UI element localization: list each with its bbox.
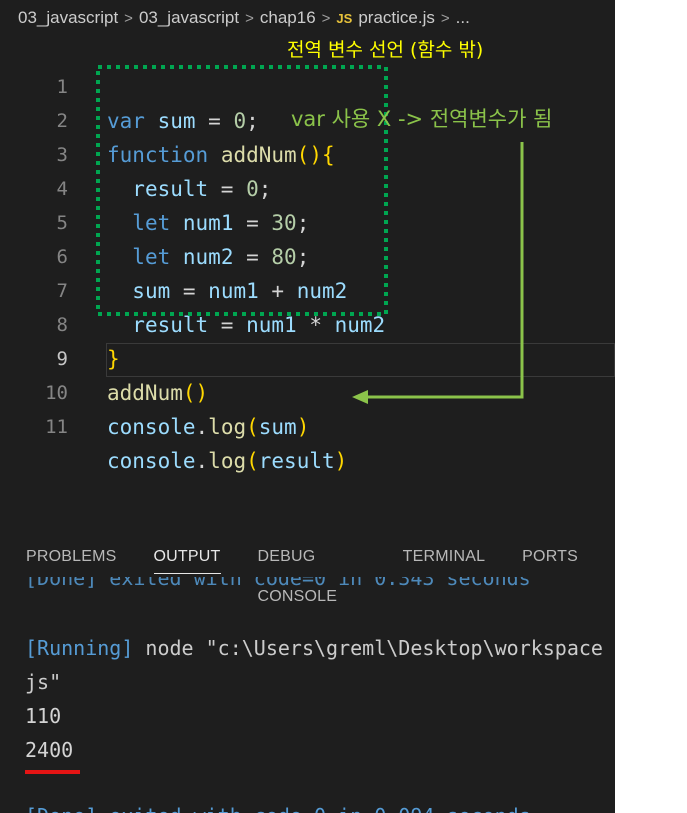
tab-ports[interactable]: PORTS xyxy=(522,537,578,577)
running-command: node "c:\Users\greml\Desktop\workspace xyxy=(133,636,603,660)
tab-terminal[interactable]: TERMINAL xyxy=(403,537,486,577)
annotation-arrow-line xyxy=(362,142,524,399)
output-panel[interactable]: [Done] exited with code=0 in 0.343 secon… xyxy=(0,577,615,813)
output-result-result: 2400 xyxy=(25,738,74,762)
tab-problems[interactable]: PROBLEMS xyxy=(26,537,117,577)
output-line-running: [Running] node "c:\Users\greml\Desktop\w… xyxy=(25,633,603,663)
output-result-sum: 110 xyxy=(25,704,62,728)
tab-debug-console[interactable]: DEBUG CONSOLE xyxy=(258,537,366,605)
output-line-done-partial: [Done] exited with code=0 in 0.343 secon… xyxy=(25,577,531,590)
annotation-overlay xyxy=(96,65,524,404)
tab-output[interactable]: OUTPUT xyxy=(153,537,221,577)
output-line-done-bottom: [Done] exited with code=0 in 0.094 secon… xyxy=(25,801,531,813)
arrow-head-icon xyxy=(352,390,368,404)
red-underline-mark xyxy=(25,770,80,774)
vscode-window: 03_javascript > 03_javascript > chap16 >… xyxy=(0,0,615,813)
running-tag: [Running] xyxy=(25,636,134,660)
annotation-no-var: var 사용 X -> 전역변수가 됨 xyxy=(291,107,553,131)
panel-tab-bar: PROBLEMS OUTPUT DEBUG CONSOLE TERMINAL P… xyxy=(0,537,615,605)
annotation-global-declaration: 전역 변수 선언 (함수 밖) xyxy=(287,39,484,61)
output-line-running-cont: js" xyxy=(25,670,62,694)
